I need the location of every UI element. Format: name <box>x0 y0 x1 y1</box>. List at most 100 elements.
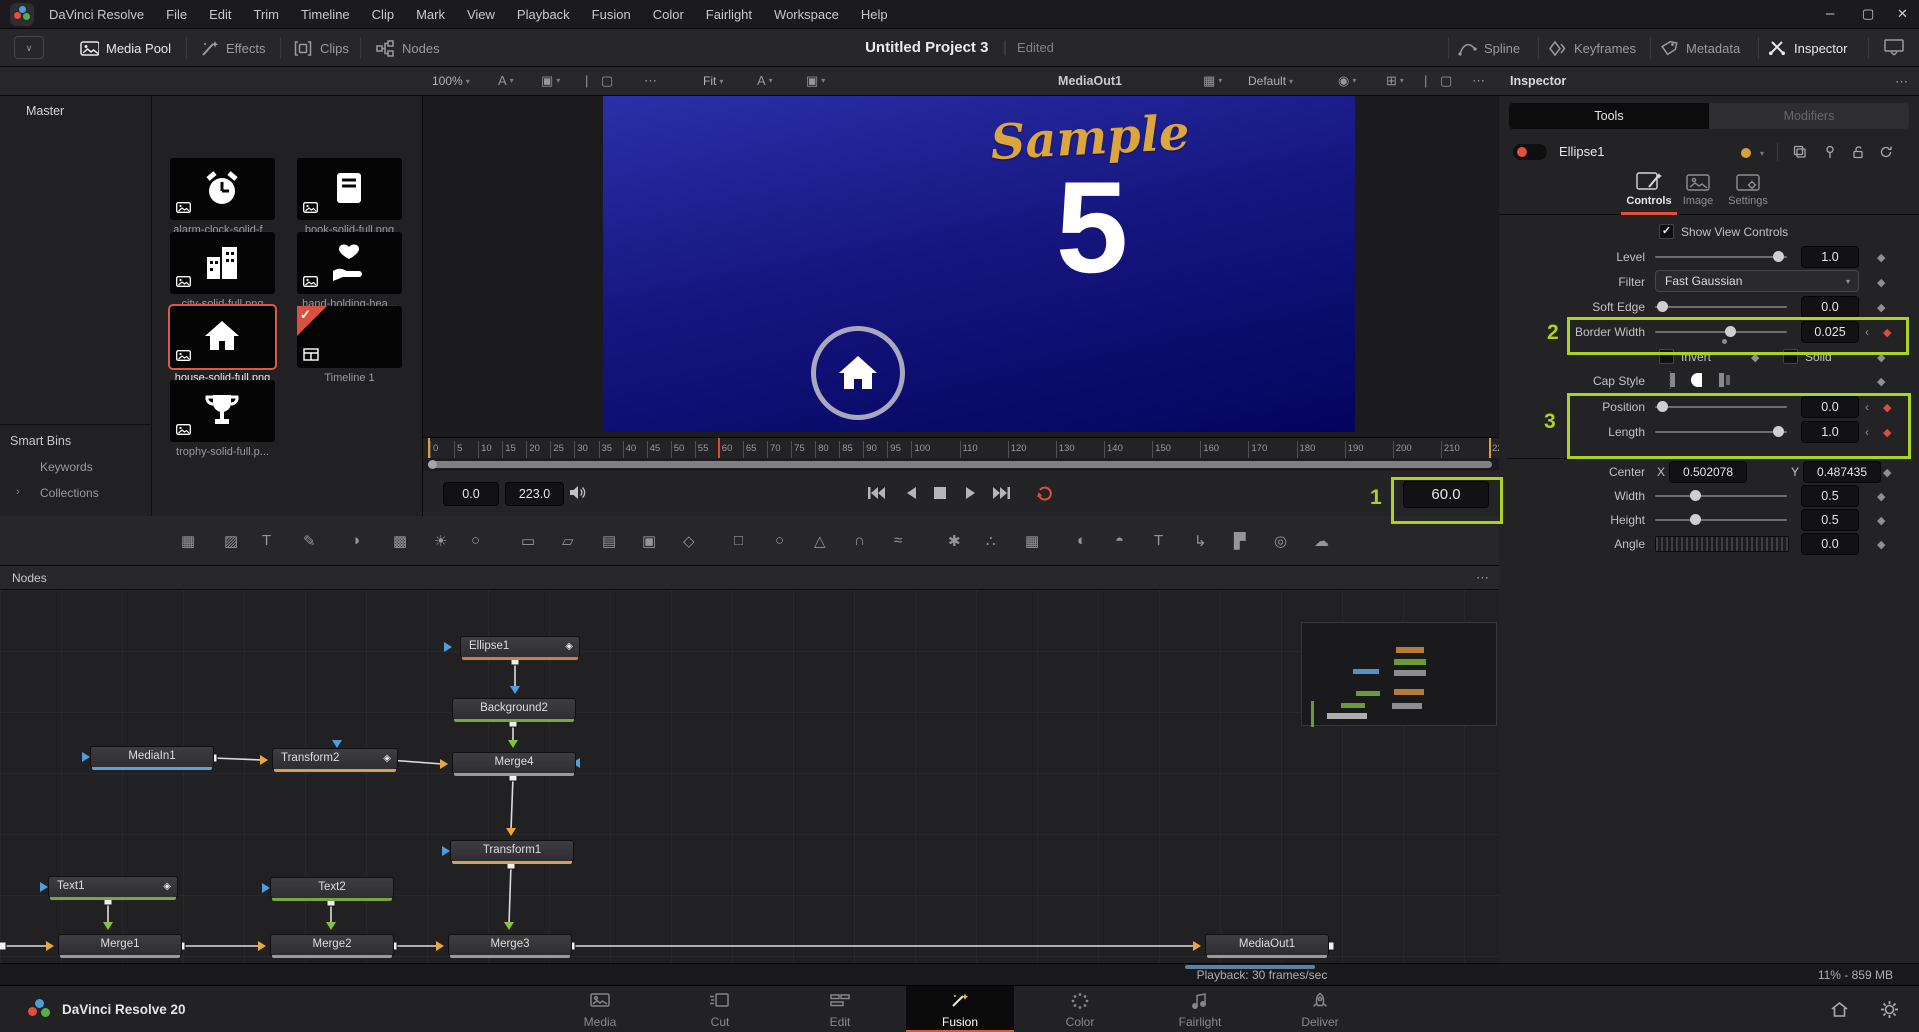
clip-thumbnail-trophy-solid-full-p-[interactable] <box>170 380 275 442</box>
minimize-button[interactable]: – <box>1826 5 1834 22</box>
keyframe-icon[interactable]: ◆ <box>1877 514 1885 527</box>
channel-dropdown[interactable]: ◉▾ <box>1338 74 1356 87</box>
page-tab-media[interactable]: Media <box>546 986 654 1032</box>
menu-clip[interactable]: Clip <box>361 0 405 29</box>
menu-fairlight[interactable]: Fairlight <box>695 0 763 29</box>
close-button[interactable]: ✕ <box>1897 6 1908 22</box>
bender3d-tool-icon[interactable]: ↳ <box>1194 532 1207 550</box>
mask-paint-icon[interactable]: ▣ <box>642 532 656 550</box>
project-home-icon[interactable] <box>1830 1001 1849 1018</box>
stop-button[interactable] <box>934 487 946 499</box>
rectangle-mask-icon[interactable]: ▭ <box>521 532 535 550</box>
viewer-canvas[interactable]: Sample 5 <box>423 96 1499 437</box>
page-tab-fairlight[interactable]: Fairlight <box>1146 986 1254 1032</box>
overlay2-dropdown[interactable]: A▾ <box>757 74 773 87</box>
last-frame-button[interactable] <box>993 486 1011 500</box>
value-field-width[interactable]: 0.5 <box>1801 485 1859 507</box>
play-button[interactable] <box>965 486 977 500</box>
merge3d-tool-icon[interactable]: ◐ <box>1077 532 1086 549</box>
cap-style-round-button[interactable] <box>1689 371 1707 389</box>
polygon-mask-icon[interactable]: ◇ <box>683 532 695 550</box>
node-background2[interactable]: Background2 <box>452 698 576 720</box>
render-start-field[interactable]: 0.0 <box>443 482 499 506</box>
shape3d-tool-icon[interactable]: ◓ <box>1115 532 1124 549</box>
node-input-marker[interactable] <box>262 883 270 893</box>
particles-render-icon[interactable]: ▦ <box>1025 532 1039 550</box>
slider-thumb-level[interactable] <box>1773 251 1784 262</box>
menu-color[interactable]: Color <box>642 0 695 29</box>
node-merge2[interactable]: Merge2 <box>270 934 394 956</box>
page-tab-fusion[interactable]: Fusion <box>906 986 1014 1032</box>
node-input-marker[interactable] <box>332 740 342 748</box>
paint-tool-icon[interactable]: ✎ <box>303 532 316 550</box>
speaker-icon[interactable] <box>569 485 586 500</box>
timeline-scrollbar[interactable] <box>423 458 1499 471</box>
viewer-options-icon[interactable]: ⋯ <box>644 74 657 87</box>
menu-trim[interactable]: Trim <box>243 0 291 29</box>
clip-thumbnail-book-solid-full-png[interactable] <box>297 158 402 220</box>
text-tool-icon[interactable]: T <box>262 532 271 549</box>
slider-thumb-height[interactable] <box>1690 514 1701 525</box>
center-y-field[interactable]: 0.487435 <box>1803 461 1881 483</box>
render-end-field[interactable]: 223.0 <box>505 482 564 506</box>
page-tab-edit[interactable]: Edit <box>786 986 894 1032</box>
slider-track-height[interactable] <box>1655 519 1787 521</box>
clip-thumbnail-timeline-1[interactable]: ✓ <box>297 306 402 368</box>
colorcorrector-tool-icon[interactable]: ◑ <box>351 532 360 549</box>
node-input-marker[interactable] <box>82 752 90 762</box>
nodes-minimap[interactable] <box>1301 622 1497 726</box>
split-view-icon[interactable]: ▢ <box>601 74 613 87</box>
keyframe-icon[interactable]: ◆ <box>1883 466 1891 479</box>
value-field-level[interactable]: 1.0 <box>1801 246 1859 268</box>
bspline-mask-icon[interactable]: ▱ <box>562 532 574 550</box>
dropdown-filter[interactable]: Fast Gaussian▾ <box>1655 270 1859 292</box>
page-tab-color[interactable]: Color <box>1026 986 1134 1032</box>
node-text1[interactable]: Text1◈ <box>48 876 178 898</box>
camera3d-tool-icon[interactable]: ▛ <box>1234 532 1246 550</box>
slider-thumb-soft-edge[interactable] <box>1657 301 1668 312</box>
menu-view[interactable]: View <box>456 0 506 29</box>
keyframe-icon[interactable]: ◆ <box>1877 538 1885 551</box>
clip-thumbnail-house-solid-full-png[interactable] <box>170 306 275 368</box>
square-mask-icon[interactable]: □ <box>734 532 743 549</box>
smart-bins-label[interactable]: Smart Bins <box>10 434 71 448</box>
arc-mask-icon[interactable]: ∩ <box>854 532 865 549</box>
brightness-tool-icon[interactable]: ▩ <box>393 532 407 550</box>
menu-fusion[interactable]: Fusion <box>581 0 642 29</box>
guides-dropdown[interactable]: ⊞▾ <box>1386 74 1404 87</box>
zoom-level-dropdown[interactable]: 100%▾ <box>432 74 470 88</box>
toolbar-button-spline[interactable]: Spline <box>1458 29 1520 67</box>
layout-dropdown[interactable]: ▦▾ <box>1203 74 1222 87</box>
node-merge1[interactable]: Merge1 <box>58 934 182 956</box>
collections-chevron-icon[interactable]: › <box>16 486 20 498</box>
viewer-more-icon[interactable]: ⋯ <box>1472 74 1485 87</box>
node-merge4[interactable]: Merge4 <box>452 752 576 774</box>
keyframe-icon[interactable]: ◆ <box>1877 375 1885 388</box>
view-mode-dropdown[interactable]: ▣▾ <box>541 74 560 87</box>
spotlight-tool-icon[interactable]: ◎ <box>1274 532 1287 550</box>
nodes-options-icon[interactable]: ⋯ <box>1476 566 1489 590</box>
toolbar-button-inspector[interactable]: Inspector <box>1768 29 1847 67</box>
bin-item-collections[interactable]: Collections <box>40 486 99 500</box>
node-input-marker[interactable] <box>444 642 452 652</box>
checkbox-show-view-controls[interactable]: ✓ <box>1659 224 1674 239</box>
node-transform2[interactable]: Transform2◈ <box>272 748 398 770</box>
value-field-angle[interactable]: 0.0 <box>1801 533 1859 555</box>
text3d-tool-icon[interactable]: T <box>1154 532 1163 549</box>
particles-merge-icon[interactable]: ∴ <box>986 532 996 550</box>
node-mediain1[interactable]: MediaIn1 <box>90 746 214 768</box>
menu-playback[interactable]: Playback <box>506 0 581 29</box>
menu-timeline[interactable]: Timeline <box>290 0 361 29</box>
value-field-soft-edge[interactable]: 0.0 <box>1801 296 1859 318</box>
node-input-marker[interactable] <box>40 882 48 892</box>
keyframe-icon[interactable]: ◆ <box>1877 490 1885 503</box>
background-tool-icon[interactable]: ▦ <box>181 532 195 550</box>
toolbar-button-keyframes[interactable]: Keyframes <box>1548 29 1636 67</box>
toolbar-button-metadata[interactable]: Metadata <box>1660 29 1740 67</box>
keyframe-icon[interactable]: ◆ <box>1877 276 1885 289</box>
angle-thumbwheel[interactable] <box>1655 536 1789 552</box>
slider-track-soft-edge[interactable] <box>1655 306 1787 308</box>
view-mode2-dropdown[interactable]: ▣▾ <box>806 74 825 87</box>
menu-mark[interactable]: Mark <box>405 0 456 29</box>
keyframe-icon[interactable]: ◆ <box>1877 301 1885 314</box>
